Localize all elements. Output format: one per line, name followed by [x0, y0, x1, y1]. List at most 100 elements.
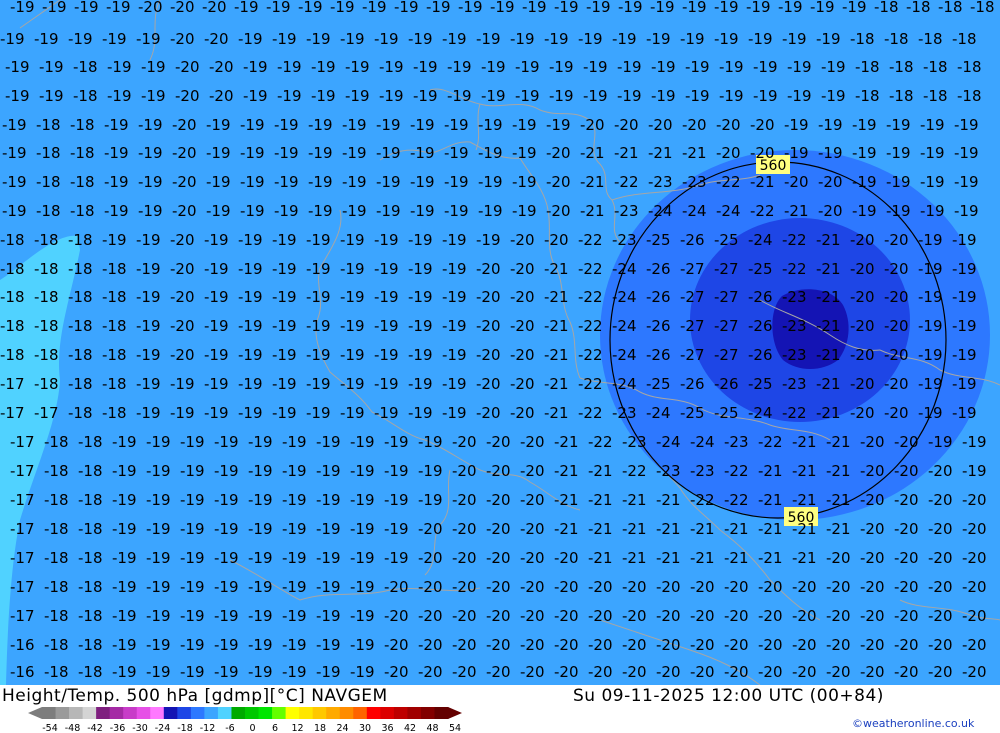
temp-label: -19 — [107, 87, 132, 105]
temp-label: -19 — [2, 144, 27, 162]
temp-label: -19 — [298, 0, 323, 16]
temp-label: -19 — [112, 549, 137, 567]
temp-label: -19 — [238, 288, 263, 306]
temp-label: -17 — [0, 404, 25, 422]
temp-label: -18 — [78, 462, 103, 480]
temp-label: -19 — [141, 87, 166, 105]
temp-label: -20 — [476, 404, 501, 422]
temp-label: -20 — [170, 30, 195, 48]
temp-label: -19 — [515, 87, 540, 105]
temp-label: -19 — [138, 144, 163, 162]
temp-label: -20 — [486, 663, 511, 681]
temp-label: -20 — [418, 636, 443, 654]
credit-link[interactable]: ©weatheronline.co.uk — [852, 717, 974, 730]
temp-label: -19 — [42, 0, 67, 16]
temp-label: -21 — [792, 549, 817, 567]
temp-label: -19 — [618, 0, 643, 16]
scale-swatch — [82, 707, 97, 719]
footer-bar: Height/Temp. 500 hPa [gdmp][°C] NAVGEM S… — [0, 685, 1000, 733]
temp-label: -20 — [724, 663, 749, 681]
temp-label: -19 — [340, 260, 365, 278]
scale-swatch — [353, 707, 368, 719]
temp-label: -21 — [656, 549, 681, 567]
temp-label: -25 — [646, 231, 671, 249]
scale-swatch — [231, 707, 246, 719]
temp-label: -19 — [104, 173, 129, 191]
temp-label: -19 — [104, 144, 129, 162]
temp-label: -18 — [102, 404, 127, 422]
temp-label: -20 — [172, 144, 197, 162]
temp-label: -18 — [102, 346, 127, 364]
temp-label: -18 — [70, 173, 95, 191]
temp-label: -19 — [272, 30, 297, 48]
temp-label: -19 — [206, 173, 231, 191]
temp-label: -18 — [102, 288, 127, 306]
temp-label: -19 — [810, 0, 835, 16]
temp-label: -20 — [850, 375, 875, 393]
temp-label: -19 — [746, 0, 771, 16]
temp-label: -19 — [146, 636, 171, 654]
scale-tick-label: -12 — [200, 723, 216, 733]
temp-label: -17 — [10, 520, 35, 538]
temp-label: -19 — [138, 173, 163, 191]
temp-label: -18 — [36, 202, 61, 220]
temp-label: -21 — [544, 260, 569, 278]
temp-label: -19 — [442, 30, 467, 48]
temp-label: -20 — [928, 636, 953, 654]
temp-label: -18 — [44, 433, 69, 451]
map-title: Height/Temp. 500 hPa [gdmp][°C] NAVGEM — [2, 686, 388, 706]
temp-label: -17 — [0, 375, 25, 393]
temp-label: -19 — [350, 549, 375, 567]
temp-label: -20 — [826, 549, 851, 567]
temp-label: -20 — [884, 288, 909, 306]
temp-label: -22 — [578, 288, 603, 306]
temp-label: -20 — [486, 578, 511, 596]
temp-label: -18 — [70, 202, 95, 220]
temp-label: -17 — [10, 607, 35, 625]
temp-label: -21 — [580, 202, 605, 220]
temp-label: -19 — [248, 607, 273, 625]
temp-label: -20 — [860, 462, 885, 480]
scale-swatch — [217, 707, 232, 719]
temp-label: -20 — [452, 636, 477, 654]
temp-label: -19 — [316, 462, 341, 480]
temp-label: -20 — [716, 144, 741, 162]
scale-swatch — [326, 707, 341, 719]
temp-label: -18 — [78, 607, 103, 625]
temp-label: -24 — [612, 375, 637, 393]
temp-label: -21 — [580, 144, 605, 162]
temp-label: -21 — [690, 520, 715, 538]
temp-label: -20 — [860, 433, 885, 451]
temp-label: -18 — [68, 346, 93, 364]
temp-label: -19 — [146, 491, 171, 509]
temp-label: -19 — [515, 58, 540, 76]
temp-label: -21 — [690, 549, 715, 567]
temp-label: -19 — [821, 58, 846, 76]
temp-label: -20 — [580, 116, 605, 134]
temp-label: -23 — [782, 375, 807, 393]
temp-label: -21 — [816, 346, 841, 364]
scale-tick-labels: -54 -48 -42 -36 -30 -24 -18 -12 -6 0 6 12 18 24 30 36 42… — [42, 723, 461, 733]
temp-label: -20 — [962, 549, 987, 567]
temp-label: -20 — [884, 231, 909, 249]
temp-label: -19 — [719, 87, 744, 105]
temp-label: -20 — [175, 87, 200, 105]
temp-label: -18 — [34, 317, 59, 335]
temp-label: -19 — [306, 231, 331, 249]
temp-label: -19 — [478, 116, 503, 134]
temp-label: -19 — [350, 663, 375, 681]
temp-label: -19 — [340, 375, 365, 393]
temp-label: -19 — [962, 462, 987, 480]
temp-label: -19 — [316, 433, 341, 451]
temp-label: -26 — [714, 375, 739, 393]
temp-label: -19 — [784, 116, 809, 134]
temp-label: -19 — [136, 375, 161, 393]
temp-label: -19 — [112, 462, 137, 480]
temp-label: -19 — [243, 58, 268, 76]
temp-label: -20 — [894, 491, 919, 509]
temp-label: -20 — [962, 663, 987, 681]
temp-label: -25 — [714, 404, 739, 422]
temp-label: -20 — [928, 663, 953, 681]
temp-label: -19 — [272, 260, 297, 278]
scale-swatch — [204, 707, 219, 719]
